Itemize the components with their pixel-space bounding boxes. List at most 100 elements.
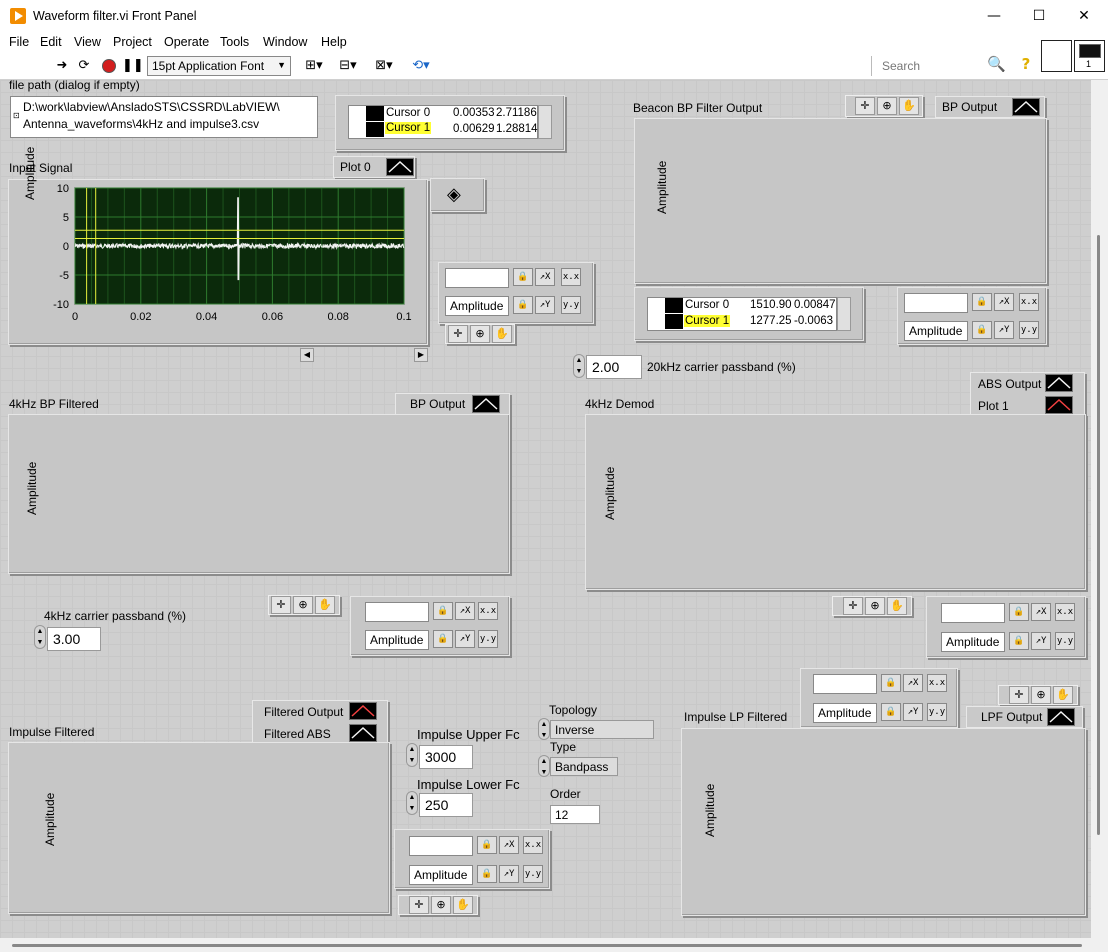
zoom-icon[interactable]: ⊕ bbox=[865, 597, 885, 615]
impulse-lower-label: Impulse Lower Fc bbox=[417, 777, 520, 792]
zoom-icon[interactable]: ⊕ bbox=[431, 896, 451, 914]
format-y-icon[interactable]: y.y bbox=[523, 865, 543, 883]
format-x-icon[interactable]: x.x bbox=[561, 268, 581, 286]
plot-swatch-icon[interactable] bbox=[1045, 396, 1073, 414]
lock-icon[interactable]: 🔒 bbox=[433, 630, 453, 648]
lock-icon[interactable]: 🔒 bbox=[881, 674, 901, 692]
lock-icon[interactable]: 🔒 bbox=[433, 602, 453, 620]
autoscale-y-icon[interactable]: ↗Y bbox=[535, 296, 555, 314]
lp-scale-name-field[interactable] bbox=[813, 674, 877, 694]
demod-scale-name-field[interactable] bbox=[941, 603, 1005, 623]
format-y-icon[interactable]: y.y bbox=[478, 630, 498, 648]
impulse-plot-legend[interactable]: Filtered Output Filtered ABS bbox=[252, 700, 388, 744]
impulse-lower-spinner[interactable]: ▲ ▼ bbox=[406, 791, 418, 815]
lock-icon[interactable]: 🔒 bbox=[972, 293, 992, 311]
beacon-graph-palette: ✛ ⊕ ✋ bbox=[845, 95, 923, 117]
scroll-left-arrow-icon[interactable]: ◀ bbox=[300, 348, 314, 362]
lock-icon[interactable]: 🔒 bbox=[1009, 603, 1029, 621]
carrier4-input[interactable]: 3.00 bbox=[47, 627, 101, 651]
autoscale-y-icon[interactable]: ↗Y bbox=[455, 630, 475, 648]
autoscale-y-icon[interactable]: ↗Y bbox=[903, 703, 923, 721]
cursor1-crosshair-icon[interactable] bbox=[665, 314, 683, 329]
lock-icon[interactable]: 🔒 bbox=[881, 703, 901, 721]
cursor-mode-icon[interactable]: ✛ bbox=[843, 597, 863, 615]
format-x-icon[interactable]: x.x bbox=[927, 674, 947, 692]
format-y-icon[interactable]: y.y bbox=[1019, 321, 1039, 339]
lock-icon[interactable]: 🔒 bbox=[513, 268, 533, 286]
carrier20-input[interactable]: 2.00 bbox=[586, 355, 642, 379]
autoscale-x-icon[interactable]: ↗X bbox=[903, 674, 923, 692]
scroll-right-arrow-icon[interactable]: ▶ bbox=[414, 348, 428, 362]
plot-swatch-icon[interactable] bbox=[1012, 98, 1040, 116]
plot-swatch-icon[interactable] bbox=[1045, 374, 1073, 392]
impulse-upper-input[interactable]: 3000 bbox=[419, 745, 473, 769]
cursor-mode-icon[interactable]: ✛ bbox=[448, 325, 468, 343]
format-y-icon[interactable]: y.y bbox=[1055, 632, 1075, 650]
format-x-icon[interactable]: x.x bbox=[1055, 603, 1075, 621]
zoom-icon[interactable]: ⊕ bbox=[293, 596, 313, 614]
bp4k-plot-legend[interactable]: BP Output bbox=[395, 393, 510, 415]
autoscale-x-icon[interactable]: ↗X bbox=[994, 293, 1014, 311]
cursor0-crosshair-icon[interactable] bbox=[665, 298, 683, 313]
cursor-mode-icon[interactable]: ✛ bbox=[271, 596, 291, 614]
autoscale-y-icon[interactable]: ↗Y bbox=[1031, 632, 1051, 650]
input-x-tick-label: 0.06 bbox=[262, 311, 283, 323]
demod-plot-legend[interactable]: ABS Output Plot 1 bbox=[970, 372, 1085, 416]
plot-swatch-icon[interactable] bbox=[349, 702, 377, 720]
cursor-legend-scrollbar[interactable] bbox=[837, 297, 851, 331]
lp-plot-legend[interactable]: LPF Output bbox=[966, 706, 1083, 728]
impulse-scale-name-field[interactable] bbox=[409, 836, 473, 856]
input-scale-name-field[interactable] bbox=[445, 268, 509, 288]
beacon-scale-name-field[interactable] bbox=[904, 293, 968, 313]
carrier4-spinner[interactable]: ▲ ▼ bbox=[34, 625, 46, 649]
format-x-icon[interactable]: x.x bbox=[1019, 293, 1039, 311]
type-spinner[interactable]: ▲ ▼ bbox=[538, 755, 550, 777]
pan-hand-icon[interactable]: ✋ bbox=[315, 596, 335, 614]
format-x-icon[interactable]: x.x bbox=[478, 602, 498, 620]
lock-icon[interactable]: 🔒 bbox=[972, 321, 992, 339]
input-y-tick-label: 10 bbox=[57, 183, 69, 195]
lock-icon[interactable]: 🔒 bbox=[477, 865, 497, 883]
lock-icon[interactable]: 🔒 bbox=[513, 296, 533, 314]
autoscale-x-icon[interactable]: ↗X bbox=[1031, 603, 1051, 621]
autoscale-y-icon[interactable]: ↗Y bbox=[994, 321, 1014, 339]
lock-icon[interactable]: 🔒 bbox=[477, 836, 497, 854]
autoscale-y-icon[interactable]: ↗Y bbox=[499, 865, 519, 883]
plot-swatch-icon[interactable] bbox=[1047, 708, 1075, 726]
format-y-icon[interactable]: y.y bbox=[561, 296, 581, 314]
zoom-icon[interactable]: ⊕ bbox=[877, 97, 897, 115]
topology-spinner[interactable]: ▲ ▼ bbox=[538, 718, 550, 740]
zoom-icon[interactable]: ⊕ bbox=[470, 325, 490, 343]
plot-swatch-icon[interactable] bbox=[472, 395, 500, 413]
topology-ring[interactable]: Inverse bbox=[550, 720, 654, 739]
cursor-mode-icon[interactable]: ✛ bbox=[855, 97, 875, 115]
plot-swatch-icon[interactable] bbox=[349, 724, 377, 742]
cursor-mode-icon[interactable]: ✛ bbox=[1009, 686, 1029, 704]
beacon-scale-amplitude: Amplitude bbox=[904, 321, 968, 341]
impulse-lower-input[interactable]: 250 bbox=[419, 793, 473, 817]
format-y-icon[interactable]: y.y bbox=[927, 703, 947, 721]
pan-hand-icon[interactable]: ✋ bbox=[899, 97, 919, 115]
type-ring[interactable]: Bandpass bbox=[550, 757, 618, 776]
format-x-icon[interactable]: x.x bbox=[523, 836, 543, 854]
autoscale-x-icon[interactable]: ↗X bbox=[455, 602, 475, 620]
pan-hand-icon[interactable]: ✋ bbox=[453, 896, 473, 914]
pan-hand-icon[interactable]: ✋ bbox=[492, 325, 512, 343]
graph-navigation-pad[interactable]: ◈ bbox=[430, 178, 485, 212]
bp4k-scale-name-field[interactable] bbox=[365, 602, 429, 622]
carrier20-spinner[interactable]: ▲ ▼ bbox=[573, 354, 585, 378]
beacon-cursor-legend: Cursor 0 Cursor 1 1510.90 0.00847 1277.2… bbox=[634, 287, 864, 341]
diamond-nav-icon[interactable]: ◈ bbox=[447, 184, 461, 205]
zoom-icon[interactable]: ⊕ bbox=[1031, 686, 1051, 704]
autoscale-x-icon[interactable]: ↗X bbox=[499, 836, 519, 854]
lock-icon[interactable]: 🔒 bbox=[1009, 632, 1029, 650]
beacon-cursor1-name[interactable]: Cursor 1 bbox=[684, 315, 731, 327]
pan-hand-icon[interactable]: ✋ bbox=[887, 597, 907, 615]
impulse-upper-spinner[interactable]: ▲ ▼ bbox=[406, 743, 418, 767]
beacon-plot-legend[interactable]: BP Output bbox=[935, 96, 1045, 118]
autoscale-x-icon[interactable]: ↗X bbox=[535, 268, 555, 286]
order-input[interactable]: 12 bbox=[550, 805, 600, 824]
pan-hand-icon[interactable]: ✋ bbox=[1053, 686, 1073, 704]
beacon-cursor0-name[interactable]: Cursor 0 bbox=[685, 299, 729, 311]
cursor-mode-icon[interactable]: ✛ bbox=[409, 896, 429, 914]
